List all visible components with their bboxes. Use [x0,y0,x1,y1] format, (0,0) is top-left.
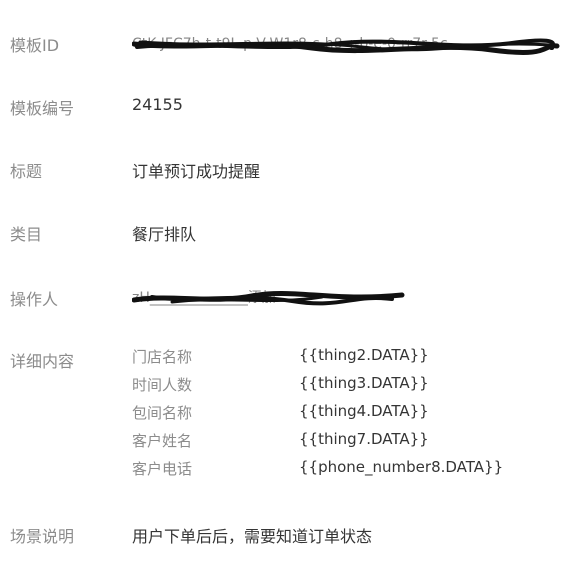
detail-key: 时间人数 [132,376,193,394]
details-list: 门店名称 {{thing2.DATA}} 时间人数 {{thing3.DATA}… [132,342,552,482]
category-label: 类目 [10,225,43,244]
scenario-row: 场景说明 用户下单后后，需要知道订单状态 [0,517,570,549]
category-value: 餐厅排队 [132,225,197,244]
detail-value: {{thing7.DATA}} [299,430,429,448]
detail-value: {{thing3.DATA}} [299,374,429,392]
detail-item: 门店名称 {{thing2.DATA}} [132,342,552,370]
detail-key: 门店名称 [132,348,193,366]
detail-key: 包间名称 [132,404,193,422]
title-value: 订单预订成功提醒 [132,162,261,181]
template-id-label: 模板ID [10,36,60,55]
detail-item: 客户姓名 {{thing7.DATA}} [132,426,552,454]
title-row: 标题 订单预订成功提醒 [0,152,570,184]
scenario-label: 场景说明 [10,527,75,546]
title-label: 标题 [10,162,43,181]
redaction-scribble: CtK-JFC7h-t-t9L-p-V-W1r8-c-h8_r-b-e-0-rr… [132,36,560,55]
template-no-value: 24155 [132,95,183,114]
operator-row: 操作人 zH______________添加 [0,280,570,312]
template-id-value: CtK-JFC7h-t-t9L-p-V-W1r8-c-h8_r-b-e-0-rr… [132,32,562,56]
scenario-value: 用户下单后后，需要知道订单状态 [132,527,373,546]
template-no-row: 模板编号 24155 [0,89,570,121]
detail-value: {{phone_number8.DATA}} [299,458,504,476]
detail-item: 客户电话 {{phone_number8.DATA}} [132,454,552,482]
detail-item: 时间人数 {{thing3.DATA}} [132,370,552,398]
redaction-scribble: zH______________添加 [132,290,405,306]
details-row: 详细内容 门店名称 {{thing2.DATA}} 时间人数 {{thing3.… [0,342,570,492]
details-label: 详细内容 [10,352,75,371]
detail-key: 客户电话 [132,460,193,478]
template-id-row: 模板ID CtK-JFC7h-t-t9L-p-V-W1r8-c-h8_r-b-e… [0,26,570,58]
detail-value: {{thing4.DATA}} [299,402,429,420]
operator-value: zH______________添加 [132,286,412,310]
category-row: 类目 餐厅排队 [0,215,570,247]
detail-key: 客户姓名 [132,432,193,450]
template-no-label: 模板编号 [10,99,75,118]
detail-item: 包间名称 {{thing4.DATA}} [132,398,552,426]
operator-label: 操作人 [10,290,59,309]
detail-value: {{thing2.DATA}} [299,346,429,364]
